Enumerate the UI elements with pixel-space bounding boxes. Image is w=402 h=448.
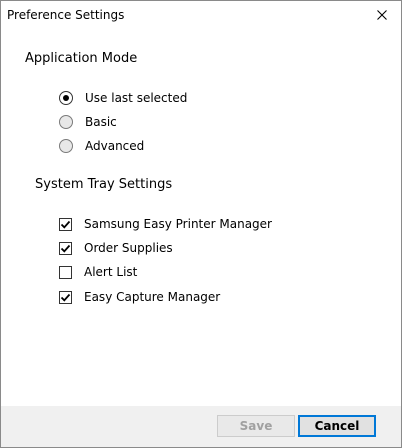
radio-use-last-selected[interactable]: Use last selected	[59, 90, 187, 106]
close-button[interactable]	[367, 1, 397, 29]
checkbox-indicator[interactable]	[59, 241, 72, 255]
dialog-footer: Save Cancel	[1, 406, 401, 447]
checkbox-easy-capture-manager[interactable]: Easy Capture Manager	[59, 289, 220, 305]
checkbox-order-supplies[interactable]: Order Supplies	[59, 240, 173, 256]
checkbox-label: Alert List	[84, 265, 138, 279]
system-tray-heading: System Tray Settings	[35, 177, 173, 192]
cancel-button[interactable]: Cancel	[298, 415, 376, 437]
title-bar: Preference Settings	[1, 1, 401, 29]
preference-settings-window: Preference Settings Application Mode Use…	[0, 0, 402, 448]
radio-advanced[interactable]: Advanced	[59, 138, 144, 154]
checkmark-icon	[60, 293, 71, 302]
radio-indicator[interactable]	[59, 115, 73, 129]
checkbox-label: Samsung Easy Printer Manager	[84, 217, 272, 231]
close-icon	[377, 10, 387, 20]
window-title: Preference Settings	[7, 8, 125, 22]
checkbox-label: Easy Capture Manager	[84, 290, 221, 304]
radio-indicator[interactable]	[59, 139, 73, 153]
checkmark-icon	[60, 220, 71, 229]
checkbox-indicator[interactable]	[59, 265, 72, 279]
application-mode-heading: Application Mode	[25, 51, 138, 66]
checkbox-label: Order Supplies	[84, 241, 173, 255]
radio-label: Advanced	[85, 139, 145, 153]
checkbox-indicator[interactable]	[59, 217, 72, 231]
checkmark-icon	[60, 244, 71, 253]
radio-label: Basic	[85, 115, 117, 129]
save-button[interactable]: Save	[217, 415, 295, 437]
checkbox-samsung-easy-printer-manager[interactable]: Samsung Easy Printer Manager	[59, 216, 272, 232]
radio-indicator[interactable]	[59, 91, 73, 105]
radio-basic[interactable]: Basic	[59, 114, 117, 130]
checkbox-alert-list[interactable]: Alert List	[59, 264, 137, 280]
checkbox-indicator[interactable]	[59, 290, 72, 304]
radio-label: Use last selected	[85, 91, 188, 105]
